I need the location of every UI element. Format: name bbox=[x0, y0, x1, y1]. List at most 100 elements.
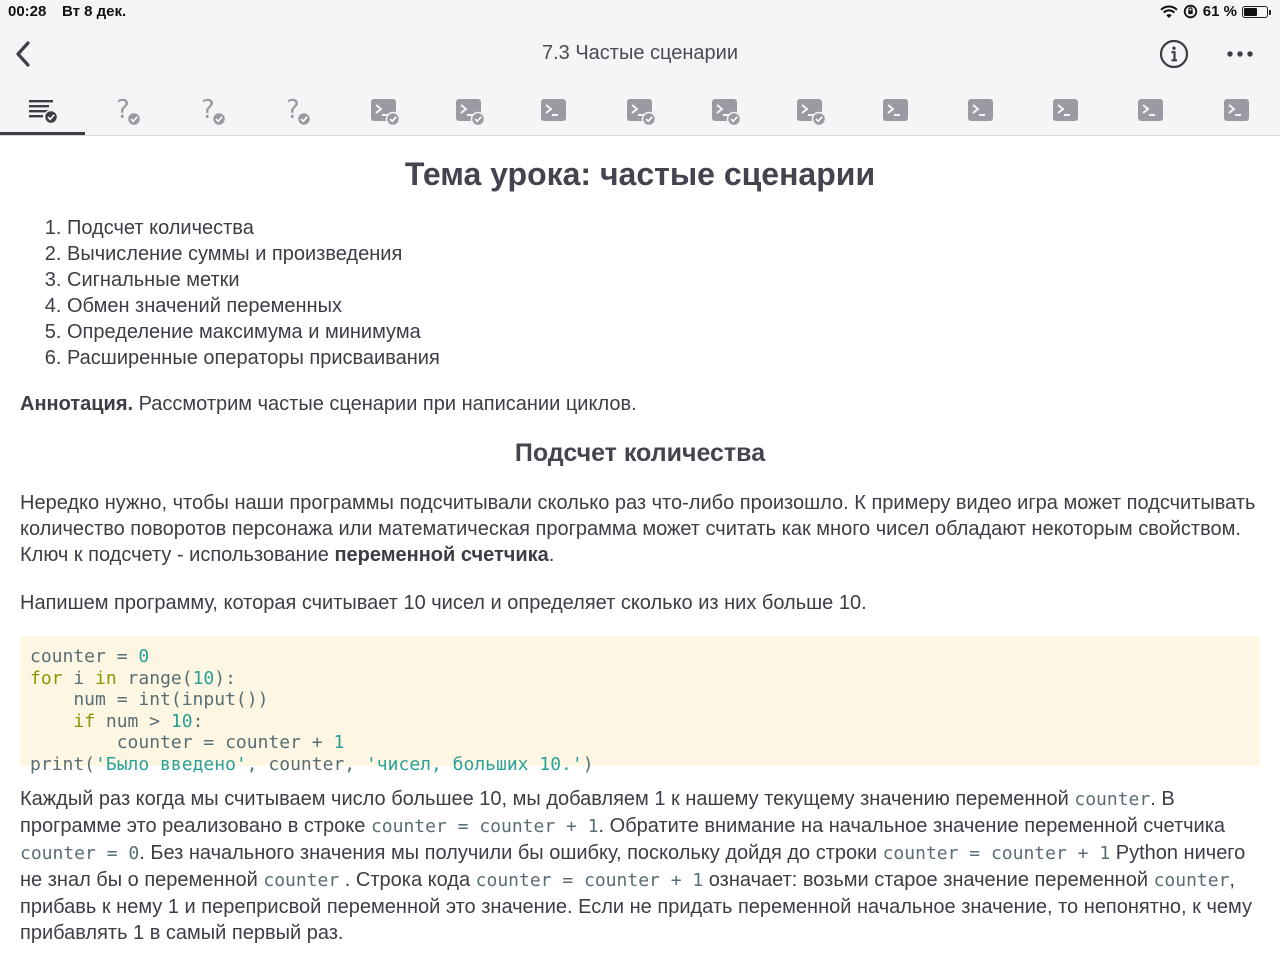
step-tab-8[interactable] bbox=[597, 86, 682, 135]
step-tab-14[interactable] bbox=[1109, 86, 1194, 135]
list-checked-icon bbox=[28, 100, 58, 125]
lesson-step-title: 7.3 Частые сценарии bbox=[541, 42, 738, 64]
terminal-icon bbox=[456, 98, 486, 126]
step-tab-5[interactable] bbox=[341, 86, 426, 135]
section-heading: Подсчет количества bbox=[514, 439, 766, 467]
topics-list: Подсчет количестваВычисление суммы и про… bbox=[20, 215, 1260, 371]
terminal-icon bbox=[626, 98, 656, 126]
paragraph-task: Напишем программу, которая считывает 10 … bbox=[20, 592, 867, 614]
inline-code: counter bbox=[263, 870, 340, 891]
step-tab-3[interactable]: ? bbox=[171, 86, 256, 135]
code-token: num = int(input()) bbox=[30, 689, 269, 710]
info-icon bbox=[1159, 39, 1189, 69]
inline-code: counter = counter + 1 bbox=[475, 870, 704, 891]
paragraph-text: . Строка кода bbox=[339, 869, 476, 891]
code-token: num > bbox=[95, 710, 171, 732]
code-token: range( bbox=[116, 667, 193, 689]
inline-code: counter = counter + 1 bbox=[370, 816, 599, 837]
paragraph-intro: Нередко нужно, чтобы наши программы подс… bbox=[20, 490, 1260, 568]
code-token: 'чисел, больших 10.' bbox=[365, 753, 583, 775]
terminal-icon bbox=[711, 98, 742, 126]
step-tab-9[interactable] bbox=[682, 86, 767, 135]
question-icon: ? bbox=[116, 95, 142, 126]
paragraph-text: . Без начального значения мы получили бы… bbox=[139, 842, 883, 864]
step-tab-4[interactable]: ? bbox=[256, 86, 341, 135]
check-badge-icon bbox=[385, 111, 400, 126]
step-tab-2[interactable]: ? bbox=[85, 86, 170, 135]
code-token: , counter, bbox=[246, 753, 366, 775]
more-dots-icon bbox=[1227, 51, 1253, 57]
code-line: num = int(input()) bbox=[30, 689, 1250, 711]
battery-percent: 61 % bbox=[1202, 3, 1237, 20]
code-token: counter = counter + bbox=[30, 732, 334, 753]
code-line: for i in range(10): bbox=[30, 668, 1250, 690]
code-line: if num > 10: bbox=[30, 711, 1250, 733]
code-line: counter = counter + 1 bbox=[30, 732, 1250, 754]
terminal-icon bbox=[370, 98, 400, 126]
navigation-bar: 7.3 Частые сценарии bbox=[0, 24, 1280, 86]
step-tab-10[interactable] bbox=[768, 86, 853, 135]
code-token: ) bbox=[582, 753, 594, 775]
info-button[interactable] bbox=[1158, 38, 1190, 70]
status-right: 61 % bbox=[1160, 3, 1271, 20]
step-tab-15[interactable] bbox=[1194, 86, 1279, 135]
paragraph-intro-bold: переменной счетчика bbox=[334, 544, 549, 566]
paragraph-text: означает: возьми старое значение перемен… bbox=[703, 869, 1154, 891]
code-token: i bbox=[62, 667, 96, 689]
topic-item: Сигнальные метки bbox=[67, 267, 1260, 293]
lesson-content: Тема урока: частые сценарии Подсчет коли… bbox=[20, 136, 1260, 946]
code-token: 0 bbox=[138, 646, 150, 667]
terminal-icon bbox=[967, 98, 993, 121]
terminal-icon bbox=[1138, 98, 1164, 121]
check-badge-icon bbox=[126, 111, 142, 126]
orientation-lock-icon bbox=[1183, 4, 1197, 19]
topic-item: Обмен значений переменных bbox=[67, 293, 1260, 319]
annotation-label: Аннотация. bbox=[20, 393, 134, 415]
paragraph-text: . Обратите внимание на начальное значени… bbox=[598, 815, 1226, 837]
check-badge-icon bbox=[43, 109, 58, 125]
code-token: 10 bbox=[170, 710, 193, 732]
steps-tab-bar: ??? bbox=[0, 86, 1280, 136]
terminal-icon bbox=[882, 98, 908, 121]
code-block: counter = 0 for i in range(10): num = int… bbox=[20, 636, 1260, 775]
status-bar: 00:28 Вт 8 дек. 61 % bbox=[0, 0, 1280, 24]
battery-icon bbox=[1242, 5, 1271, 18]
step-tab-11[interactable] bbox=[853, 86, 938, 135]
topic-item: Определение максимума и минимума bbox=[67, 319, 1260, 345]
step-tab-7[interactable] bbox=[512, 86, 597, 135]
status-time: 00:28 bbox=[8, 3, 47, 20]
check-badge-icon bbox=[726, 111, 742, 126]
check-badge-icon bbox=[470, 111, 486, 126]
topic-item: Подсчет количества bbox=[67, 215, 1260, 241]
code-token: 'Было введено' bbox=[95, 753, 247, 775]
topic-item: Вычисление суммы и произведения bbox=[67, 241, 1260, 267]
step-tab-12[interactable] bbox=[938, 86, 1023, 135]
paragraph-intro-end: . bbox=[548, 544, 555, 566]
lesson-heading: Тема урока: частые сценарии bbox=[404, 156, 876, 192]
code-line: counter = 0 bbox=[30, 646, 1250, 668]
check-badge-icon bbox=[811, 111, 827, 126]
topic-item: Расширенные операторы присваивания bbox=[67, 345, 1260, 371]
more-button[interactable] bbox=[1222, 38, 1258, 70]
code-token: counter = bbox=[30, 646, 139, 667]
check-badge-icon bbox=[297, 111, 312, 126]
step-tab-6[interactable] bbox=[427, 86, 512, 135]
check-badge-icon bbox=[641, 111, 656, 126]
code-token: 1 bbox=[333, 732, 345, 753]
terminal-icon bbox=[1053, 98, 1079, 121]
paragraph-explanation: Каждый раз когда мы считываем число боль… bbox=[20, 786, 1260, 946]
code-token: ): bbox=[214, 667, 236, 689]
inline-code: counter bbox=[1074, 789, 1151, 810]
code-token: for bbox=[30, 667, 63, 689]
annotation-text: Рассмотрим частые сценарии при написании… bbox=[133, 393, 637, 415]
step-tab-1[interactable] bbox=[0, 86, 85, 135]
terminal-icon bbox=[797, 98, 827, 126]
inline-code: counter bbox=[1153, 870, 1230, 891]
code-line: print('Было введено', counter, 'чисел, б… bbox=[30, 754, 1250, 776]
step-tab-13[interactable] bbox=[1024, 86, 1109, 135]
check-badge-icon bbox=[211, 111, 227, 126]
code-token: if bbox=[73, 710, 96, 732]
inline-code: counter = 0 bbox=[20, 843, 140, 864]
terminal-icon bbox=[1223, 98, 1249, 121]
